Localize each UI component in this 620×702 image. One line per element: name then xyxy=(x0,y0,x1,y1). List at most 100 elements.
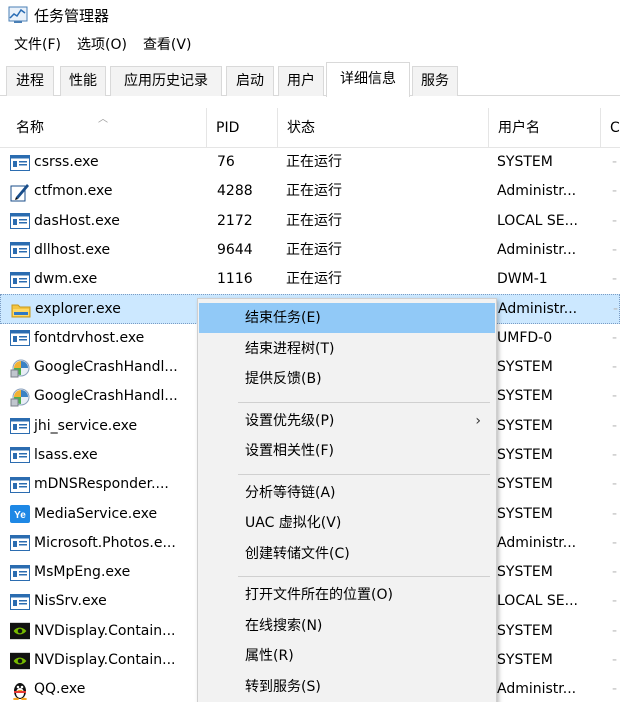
process-username: SYSTEM xyxy=(497,417,553,434)
context-menu-item[interactable]: UAC 虚拟化(V) xyxy=(199,508,495,538)
cell-overflow-mark: - xyxy=(612,241,618,258)
process-name-cell: Ye MediaService.exe xyxy=(10,500,198,529)
tab-details[interactable]: 详细信息 xyxy=(326,62,410,97)
cell-overflow-mark: - xyxy=(613,301,619,318)
cell-overflow-mark: - xyxy=(612,534,618,551)
window-icon xyxy=(10,446,30,464)
process-username: Administr... xyxy=(497,534,577,551)
process-name: lsass.exe xyxy=(34,446,98,463)
context-menu-item[interactable]: 分析等待链(A) xyxy=(199,478,495,508)
process-username: SYSTEM xyxy=(497,652,553,669)
task-manager-window: 任务管理器 文件(F) 选项(O) 查看(V) 进程 性能 应用历史记录 启动 … xyxy=(0,0,620,702)
context-menu-item[interactable]: 在线搜索(N) xyxy=(199,611,495,641)
media-service-icon: Ye xyxy=(10,505,30,524)
context-menu-item[interactable]: 属性(R) xyxy=(199,641,495,671)
tab-performance[interactable]: 性能 xyxy=(60,66,106,96)
pen-icon xyxy=(10,183,30,202)
cell-overflow-mark: - xyxy=(612,564,618,581)
cell-overflow-mark: - xyxy=(612,154,618,170)
column-divider[interactable] xyxy=(600,108,601,148)
process-username: SYSTEM xyxy=(497,446,553,463)
cell-overflow-mark: - xyxy=(612,212,618,229)
process-name: ctfmon.exe xyxy=(34,183,113,200)
context-menu-item[interactable]: 结束进程树(T) xyxy=(199,334,495,364)
column-divider[interactable] xyxy=(206,108,207,148)
process-username: UMFD-0 xyxy=(497,329,553,346)
column-header-extra[interactable]: C xyxy=(604,108,620,148)
context-menu-item[interactable]: 设置相关性(F) xyxy=(199,436,495,466)
menu-item-label: 设置相关性(F) xyxy=(245,443,334,459)
process-name-cell: lsass.exe xyxy=(10,441,198,470)
context-menu-item[interactable]: 设置优先级(P) › xyxy=(199,406,495,436)
process-pid: 4288 xyxy=(217,183,253,200)
process-name-cell: explorer.exe xyxy=(11,295,199,324)
table-row[interactable]: ctfmon.exe 4288 正在运行 Administr... - xyxy=(0,177,620,206)
process-username: SYSTEM xyxy=(497,564,553,581)
process-status: 正在运行 xyxy=(286,271,342,288)
process-pid: 1116 xyxy=(217,271,253,288)
context-menu-item[interactable]: 结束任务(E) xyxy=(199,303,495,333)
column-header-username[interactable]: 用户名 xyxy=(492,108,597,148)
context-menu-item[interactable]: 打开文件所在的位置(O) xyxy=(199,580,495,610)
table-row[interactable]: dllhost.exe 9644 正在运行 Administr... - xyxy=(0,236,620,265)
table-row[interactable]: csrss.exe 76 正在运行 SYSTEM - xyxy=(0,148,620,177)
process-name-cell: dllhost.exe xyxy=(10,236,198,265)
process-name-cell: csrss.exe xyxy=(10,148,198,177)
process-name: NisSrv.exe xyxy=(34,593,107,610)
process-username: Administr... xyxy=(498,301,578,318)
column-header-status[interactable]: 状态 xyxy=(281,108,486,148)
nvidia-icon xyxy=(10,622,30,640)
column-header-pid[interactable]: PID xyxy=(210,108,276,148)
process-status: 正在运行 xyxy=(286,212,342,229)
column-divider[interactable] xyxy=(277,108,278,148)
tab-services[interactable]: 服务 xyxy=(412,66,458,96)
menu-item-label: UAC 虚拟化(V) xyxy=(245,515,342,531)
process-name-cell: NisSrv.exe xyxy=(10,587,198,616)
process-name-cell: Microsoft.Photos.e... xyxy=(10,529,198,558)
cell-overflow-mark: - xyxy=(612,446,618,463)
context-menu-item[interactable]: 提供反馈(B) xyxy=(199,364,495,394)
menu-separator xyxy=(238,473,490,475)
table-row[interactable]: dwm.exe 1116 正在运行 DWM-1 - xyxy=(0,265,620,294)
context-menu-item[interactable]: 创建转储文件(C) xyxy=(199,539,495,569)
process-username: Administr... xyxy=(497,241,577,258)
qq-penguin-icon xyxy=(10,681,30,700)
tab-app-history[interactable]: 应用历史记录 xyxy=(110,66,222,96)
window-icon xyxy=(10,564,30,582)
tab-users[interactable]: 用户 xyxy=(278,66,324,96)
cell-overflow-mark: - xyxy=(612,183,618,200)
window-title: 任务管理器 xyxy=(34,6,110,25)
window-icon xyxy=(10,534,30,552)
process-name-cell: dwm.exe xyxy=(10,265,198,294)
process-name-cell: fontdrvhost.exe xyxy=(10,324,198,353)
process-name: explorer.exe xyxy=(35,301,121,318)
process-username: DWM-1 xyxy=(497,271,548,288)
process-name: jhi_service.exe xyxy=(34,417,138,434)
process-name: GoogleCrashHandl... xyxy=(34,359,178,376)
cell-overflow-mark: - xyxy=(612,476,618,493)
process-name-cell: mDNSResponder.... xyxy=(10,470,198,499)
context-menu-item[interactable]: 转到服务(S) xyxy=(199,672,495,702)
menu-options[interactable]: 选项(O) xyxy=(69,32,135,58)
context-menu: 结束任务(E) 结束进程树(T) 提供反馈(B) 设置优先级(P) › 设置相关性(F) 分… xyxy=(197,298,497,702)
column-header-name[interactable]: 名称 xyxy=(10,108,205,148)
column-divider[interactable] xyxy=(488,108,489,148)
table-row[interactable]: dasHost.exe 2172 正在运行 LOCAL SE... - xyxy=(0,207,620,236)
process-name-cell: NVDisplay.Contain... xyxy=(10,646,198,675)
menu-file[interactable]: 文件(F) xyxy=(6,32,69,58)
window-icon xyxy=(10,271,30,289)
process-username: SYSTEM xyxy=(497,476,553,493)
process-status: 正在运行 xyxy=(286,183,342,200)
process-username: SYSTEM xyxy=(497,359,553,376)
cell-overflow-mark: - xyxy=(612,681,618,698)
process-name: dasHost.exe xyxy=(34,212,120,229)
process-name: QQ.exe xyxy=(34,681,86,698)
process-name: mDNSResponder.... xyxy=(34,476,169,493)
tab-startup[interactable]: 启动 xyxy=(226,66,274,96)
google-update-icon xyxy=(10,359,30,378)
process-name: fontdrvhost.exe xyxy=(34,329,145,346)
menu-view[interactable]: 查看(V) xyxy=(135,32,200,58)
tab-processes[interactable]: 进程 xyxy=(6,66,54,96)
folder-icon xyxy=(11,301,31,319)
cell-overflow-mark: - xyxy=(612,505,618,522)
